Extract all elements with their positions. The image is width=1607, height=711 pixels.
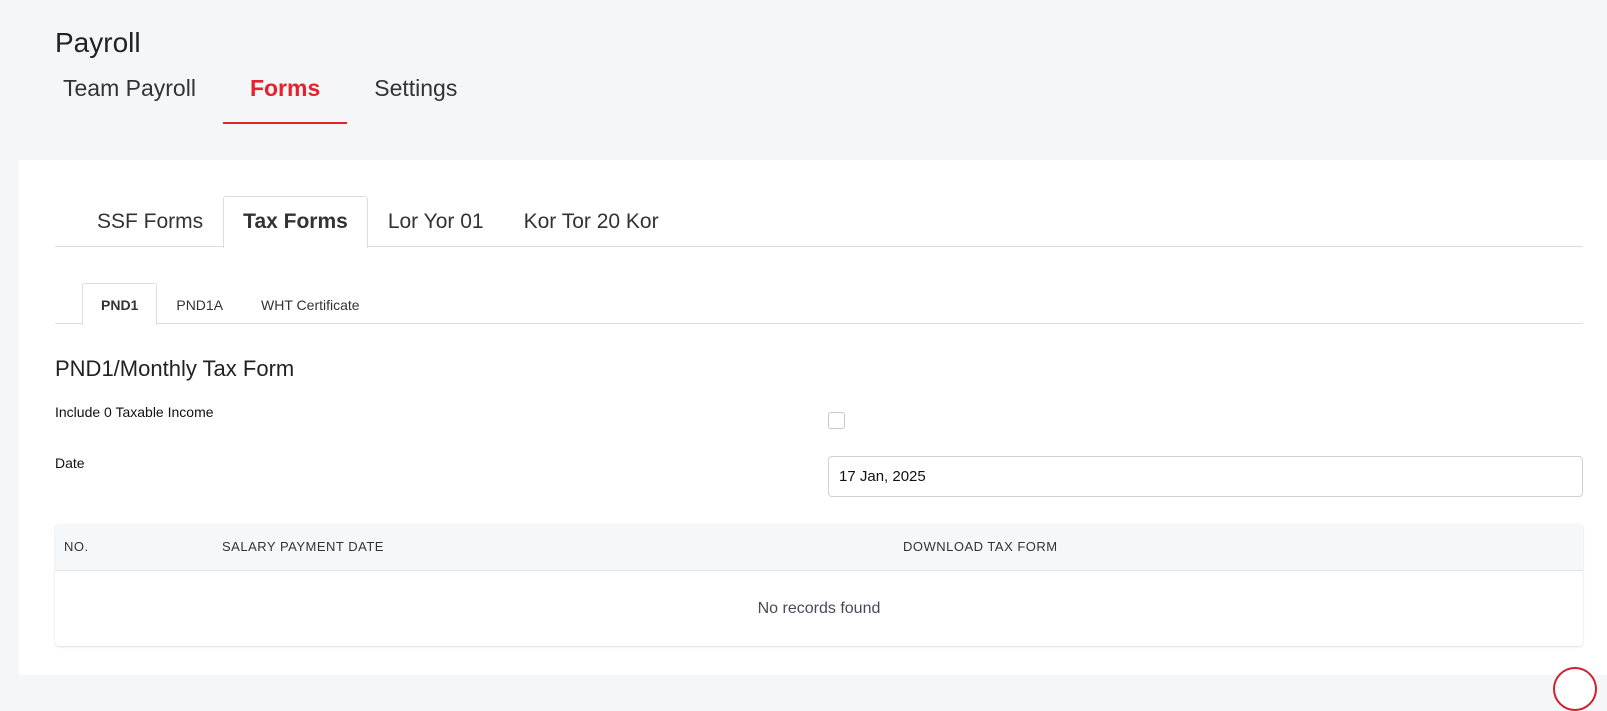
tab-lor-yor-01[interactable]: Lor Yor 01 (368, 196, 504, 247)
column-header-no: NO. (64, 539, 89, 554)
page-title: Payroll (55, 27, 141, 58)
subtab-wht-certificate[interactable]: WHT Certificate (242, 283, 379, 324)
top-tabs: Team Payroll Forms Settings (36, 66, 484, 124)
tab-forms[interactable]: Forms (222, 66, 348, 124)
tab-tax-forms[interactable]: Tax Forms (223, 196, 368, 248)
form-type-tabs: SSF Forms Tax Forms Lor Yor 01 Kor Tor 2… (55, 196, 1583, 248)
table-header-row: NO. SALARY PAYMENT DATE DOWNLOAD TAX FOR… (55, 524, 1583, 571)
tab-settings[interactable]: Settings (347, 66, 484, 124)
include-zero-income-label: Include 0 Taxable Income (55, 404, 214, 420)
subtab-pnd1a[interactable]: PND1A (157, 283, 242, 324)
tab-team-payroll[interactable]: Team Payroll (36, 66, 223, 124)
include-zero-income-checkbox[interactable] (828, 412, 845, 429)
empty-state-text: No records found (757, 600, 881, 617)
tab-kor-tor-20-kor[interactable]: Kor Tor 20 Kor (504, 196, 679, 247)
tax-form-subtabs: PND1 PND1A WHT Certificate (55, 283, 1583, 325)
column-header-salary-payment-date: SALARY PAYMENT DATE (222, 539, 384, 554)
tax-form-table: NO. SALARY PAYMENT DATE DOWNLOAD TAX FOR… (55, 524, 1583, 646)
section-heading: PND1/Monthly Tax Form (55, 356, 295, 381)
tab-ssf-forms[interactable]: SSF Forms (77, 196, 223, 247)
subtab-pnd1[interactable]: PND1 (82, 283, 158, 325)
date-label: Date (55, 455, 85, 471)
column-header-download-tax-form: DOWNLOAD TAX FORM (903, 539, 1058, 554)
help-chat-icon[interactable] (1553, 667, 1597, 711)
content-panel: SSF Forms Tax Forms Lor Yor 01 Kor Tor 2… (19, 160, 1607, 675)
date-field[interactable] (828, 456, 1583, 497)
